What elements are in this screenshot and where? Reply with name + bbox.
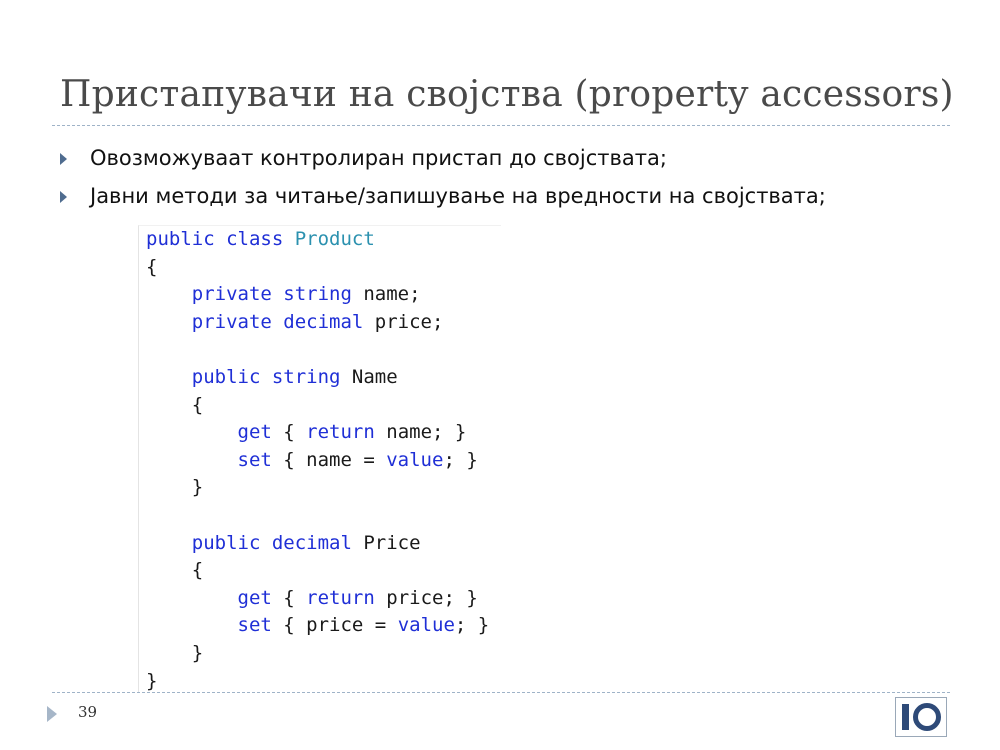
- code-line: {: [146, 256, 157, 278]
- code-text: {: [271, 586, 307, 609]
- code-text: {: [271, 421, 307, 444]
- code-keyword: private decimal: [191, 310, 375, 333]
- code-keyword: set: [237, 614, 272, 637]
- code-keyword: return: [306, 421, 375, 444]
- code-text: { name =: [271, 448, 387, 471]
- code-keyword: get: [237, 586, 272, 609]
- code-text: }: [146, 669, 158, 692]
- code-line: {: [146, 394, 203, 416]
- code-line: set { name = value; }: [146, 449, 478, 471]
- code-keyword: return: [306, 586, 375, 609]
- logo-letter-i: [902, 704, 909, 730]
- code-block: public class Product { private string na…: [138, 225, 501, 692]
- triangle-right-icon: [60, 191, 67, 203]
- code-text: {: [146, 559, 204, 582]
- logo-letter-o: [913, 703, 941, 731]
- footer-divider: [52, 692, 950, 693]
- code-text: }: [146, 641, 204, 664]
- code-text: }: [146, 476, 204, 499]
- code-line: }: [146, 670, 157, 692]
- code-line: get { return name; }: [146, 421, 467, 444]
- code-listing: public class Product { private string na…: [146, 226, 489, 695]
- code-line: private string name;: [146, 283, 421, 305]
- code-line: private decimal price;: [146, 310, 444, 333]
- triangle-right-icon: [47, 706, 57, 722]
- slide-title: Пристапувачи на својства (property acces…: [60, 74, 954, 115]
- code-text: { price =: [271, 614, 398, 637]
- code-text: name;: [363, 283, 421, 306]
- io-logo: [895, 697, 947, 737]
- bullet-text: Овозможуваат контролиран пристап до свој…: [90, 146, 667, 170]
- code-text: {: [146, 393, 204, 416]
- code-line: public decimal Price: [146, 532, 421, 554]
- code-text: Price: [363, 531, 421, 554]
- title-divider: [52, 125, 950, 126]
- triangle-right-icon: [60, 153, 67, 165]
- code-keyword: public class: [146, 228, 295, 250]
- code-line: }: [146, 642, 203, 664]
- code-text: price;: [374, 310, 444, 333]
- code-keyword: value: [386, 448, 444, 471]
- code-line: get { return price; }: [146, 587, 478, 609]
- code-text: price; }: [374, 586, 478, 609]
- code-keyword: public string: [191, 365, 352, 388]
- code-keyword: private string: [191, 283, 364, 306]
- code-line: {: [146, 559, 203, 581]
- code-keyword: value: [397, 614, 455, 637]
- code-keyword: set: [237, 448, 272, 471]
- code-line: }: [146, 476, 203, 498]
- bullet-text: Јавни методи за читање/запишување на вре…: [90, 184, 826, 208]
- code-text: name; }: [374, 421, 467, 444]
- code-type: Product: [294, 228, 375, 250]
- code-text: ; }: [443, 448, 478, 471]
- code-text: {: [146, 255, 158, 278]
- code-text: Name: [351, 365, 398, 388]
- page-number: 39: [78, 703, 98, 721]
- code-keyword: get: [237, 421, 272, 444]
- code-line: set { price = value; }: [146, 614, 490, 637]
- code-text: ; }: [454, 614, 490, 637]
- code-keyword: public decimal: [191, 531, 364, 554]
- code-line: public string Name: [146, 366, 398, 388]
- code-line: public class Product: [146, 228, 375, 250]
